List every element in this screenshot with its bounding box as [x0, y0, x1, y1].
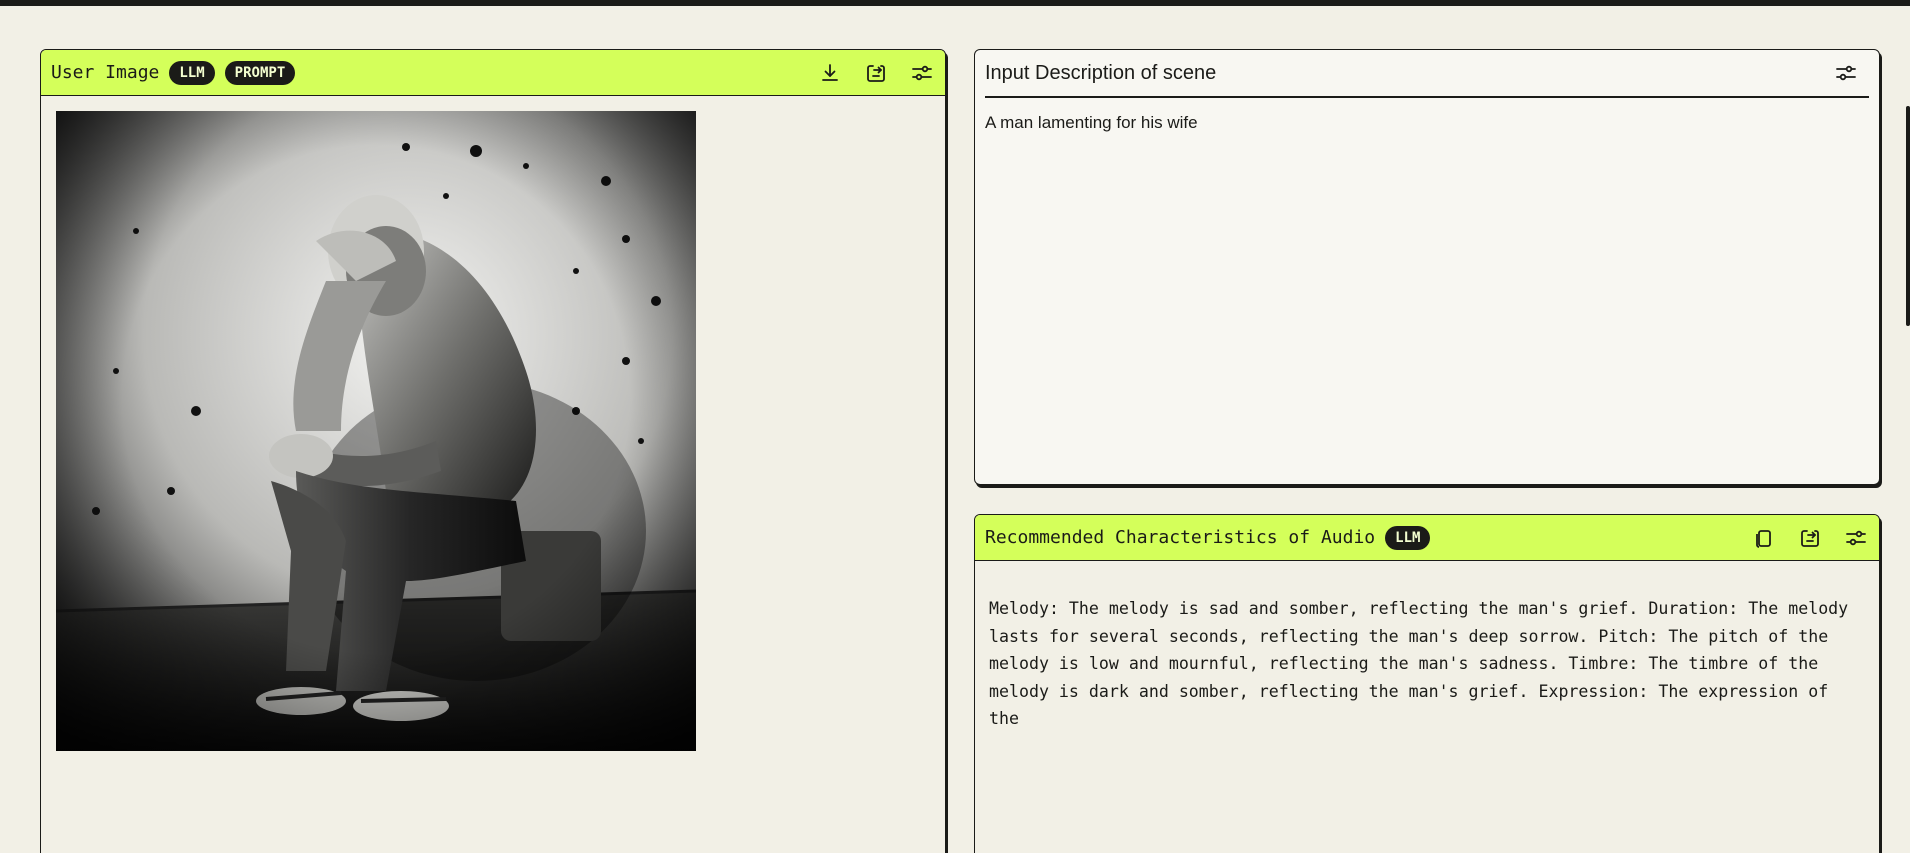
user-image-title: User Image: [51, 62, 160, 83]
page-scrollbar[interactable]: [1906, 106, 1910, 326]
description-textarea[interactable]: A man lamenting for his wife: [985, 113, 1198, 133]
llm-badge: LLM: [1385, 525, 1431, 550]
sliders-icon[interactable]: [909, 60, 935, 86]
user-image-toolbar: [817, 50, 935, 96]
recommendation-panel: Recommended Characteristics of Audio LLM: [974, 514, 1880, 853]
share-icon[interactable]: [1797, 525, 1823, 551]
description-header: Input Description of scene: [975, 50, 1869, 96]
share-icon[interactable]: [863, 60, 889, 86]
description-title: Input Description of scene: [985, 61, 1217, 84]
llm-badge: LLM: [169, 60, 215, 85]
description-toolbar: [1833, 50, 1859, 96]
sliders-icon[interactable]: [1843, 525, 1869, 551]
recommendation-toolbar: [1751, 515, 1869, 561]
user-image-panel: User Image LLM PROMPT: [40, 49, 946, 853]
grieving-man-photo-graphic: [56, 111, 696, 751]
description-panel: Input Description of scene A man lamenti…: [974, 49, 1880, 485]
recommendation-output-text[interactable]: Melody: The melody is sad and somber, re…: [975, 561, 1879, 733]
top-bar: [0, 0, 1910, 6]
download-icon[interactable]: [817, 60, 843, 86]
sliders-icon[interactable]: [1833, 60, 1859, 86]
recommendation-title: Recommended Characteristics of Audio: [985, 527, 1376, 548]
description-divider: [985, 96, 1869, 98]
user-image-header: User Image LLM PROMPT: [41, 50, 945, 96]
copy-icon[interactable]: [1751, 525, 1777, 551]
user-image: [56, 111, 696, 751]
prompt-badge: PROMPT: [224, 60, 296, 85]
recommendation-header: Recommended Characteristics of Audio LLM: [975, 515, 1879, 561]
